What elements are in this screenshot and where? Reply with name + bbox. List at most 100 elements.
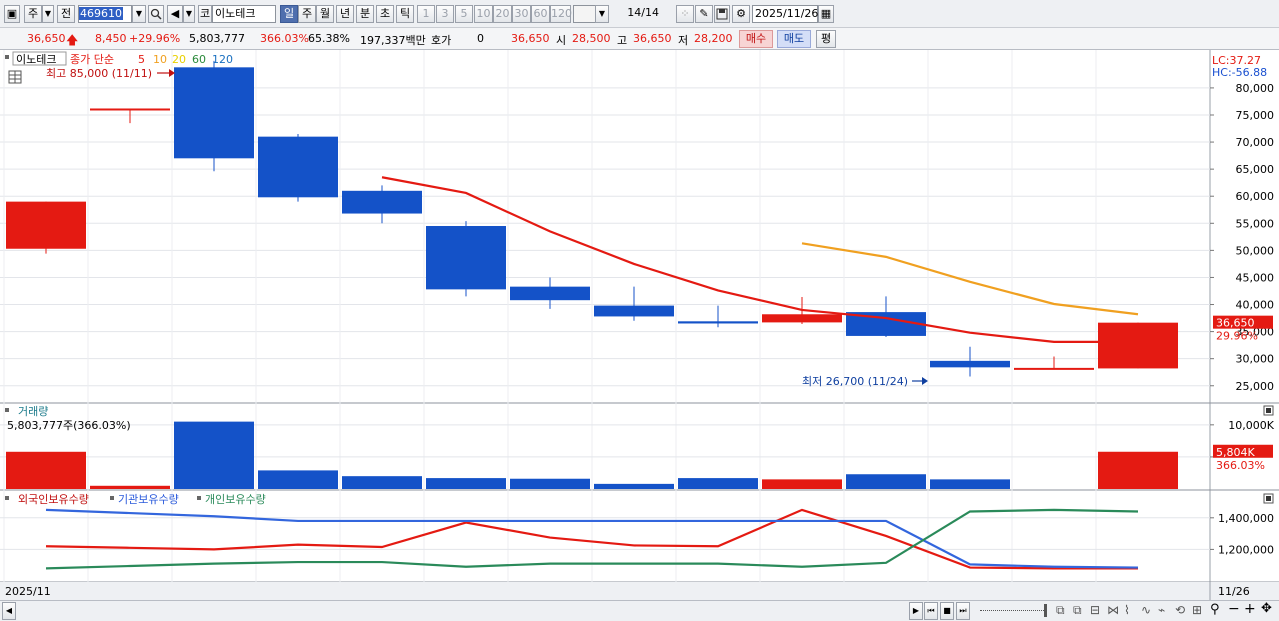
code-input[interactable]: 469610 bbox=[78, 5, 132, 23]
date-value: 2025/11/26 bbox=[755, 7, 819, 20]
move-icon[interactable]: ✥ bbox=[1261, 601, 1272, 616]
go-last-icon[interactable]: ⏭ bbox=[956, 602, 970, 620]
stock-chart[interactable]: 25,00030,00035,00040,00045,00050,00055,0… bbox=[0, 50, 1279, 600]
period-week-button[interactable]: 주 bbox=[298, 5, 316, 23]
buy-button[interactable]: 매수 bbox=[739, 30, 773, 48]
period-label: 분 bbox=[359, 7, 371, 20]
volume-panel-close-icon-inner bbox=[1266, 408, 1271, 413]
interval-button[interactable]: 10 bbox=[474, 5, 493, 23]
interval-button[interactable]: 120 bbox=[550, 5, 572, 23]
interval-label: 30 bbox=[514, 7, 529, 20]
interval-button[interactable]: 20 bbox=[493, 5, 512, 23]
sell-button[interactable]: 매도 bbox=[777, 30, 811, 48]
period-year-button[interactable]: 년 bbox=[336, 5, 354, 23]
gear-icon[interactable]: ⚙ bbox=[732, 5, 750, 23]
period-label: 년 bbox=[339, 7, 351, 20]
interval-label: 5 bbox=[460, 7, 468, 20]
ma-period-10: 10 bbox=[153, 53, 167, 66]
market-select[interactable]: 주 bbox=[24, 5, 42, 23]
interval-button[interactable]: 3 bbox=[436, 5, 454, 23]
volume-bar bbox=[258, 470, 338, 489]
speaker-dropdown-icon[interactable]: ▼ bbox=[183, 5, 195, 23]
period-second-button[interactable]: 초 bbox=[376, 5, 394, 23]
high-label: 고 bbox=[617, 34, 628, 47]
interval-label: 10 bbox=[476, 7, 491, 20]
price-tick-label: 80,000 bbox=[1236, 82, 1275, 95]
chart-tool-icon[interactable]: ⧉ bbox=[1056, 603, 1065, 618]
zoom-icon[interactable]: ⚲ bbox=[1210, 602, 1220, 617]
interval-button[interactable]: 1 bbox=[417, 5, 435, 23]
window-menu-icon[interactable]: ▣ bbox=[4, 5, 20, 23]
prev-button[interactable]: 전 bbox=[57, 5, 75, 23]
ma-period-5: 5 bbox=[138, 53, 145, 66]
volume-bar bbox=[678, 478, 758, 489]
low-label: 저 bbox=[678, 34, 689, 47]
page-value: 14/14 bbox=[627, 6, 659, 19]
zoom-in-icon[interactable]: + bbox=[1244, 601, 1256, 617]
candle-body bbox=[174, 67, 254, 159]
link-icon[interactable]: ⁘ bbox=[676, 5, 694, 23]
scroll-left-icon[interactable]: ◀ bbox=[2, 602, 16, 620]
date-input[interactable]: 2025/11/26 bbox=[752, 5, 818, 23]
high-annotation: 최고 85,000 (11/11) bbox=[46, 67, 152, 80]
price-tick-label: 70,000 bbox=[1236, 136, 1275, 149]
volume-value: 5,803,777 bbox=[189, 32, 245, 45]
zoom-slider-handle[interactable] bbox=[1044, 604, 1047, 617]
candle-body bbox=[510, 286, 590, 301]
period-month-button[interactable]: 월 bbox=[316, 5, 334, 23]
volume-title: 거래량 bbox=[18, 405, 48, 418]
eval-button[interactable]: 평 bbox=[816, 30, 836, 48]
chart-tool-icon[interactable]: ⌁ bbox=[1158, 603, 1165, 617]
volume-bar bbox=[174, 421, 254, 489]
period-label: 주 bbox=[301, 7, 313, 20]
stop-icon[interactable]: ■ bbox=[940, 602, 954, 620]
ma-title: 종가 단순 bbox=[70, 53, 114, 66]
volume-tag-text: 5,804K bbox=[1216, 446, 1255, 459]
open-label: 시 bbox=[556, 34, 567, 47]
chart-tool-icon[interactable]: ⋈ bbox=[1107, 603, 1119, 617]
zoom-slider[interactable] bbox=[980, 610, 1046, 613]
holding-tick-label: 1,400,000 bbox=[1218, 512, 1274, 525]
stock-name-field[interactable]: 이노테크 bbox=[212, 5, 276, 23]
price-tick-label: 25,000 bbox=[1236, 380, 1275, 393]
chart-tool-icon[interactable]: ⊟ bbox=[1090, 603, 1100, 617]
price-tick-label: 40,000 bbox=[1236, 299, 1275, 312]
chart-tool-icon[interactable]: ⟲ bbox=[1175, 603, 1185, 617]
volume-tick-label: 10,000K bbox=[1228, 419, 1274, 432]
custom-interval-dropdown-icon[interactable]: ▼ bbox=[595, 5, 609, 23]
save-icon[interactable] bbox=[714, 5, 730, 23]
chart-tool-icon[interactable]: ⊞ bbox=[1192, 603, 1202, 617]
interval-button[interactable]: 60 bbox=[531, 5, 550, 23]
volume-ratio: 366.03% bbox=[260, 32, 309, 45]
chart-tool-icon[interactable]: ⧉ bbox=[1073, 603, 1082, 618]
candle-body bbox=[426, 226, 506, 290]
go-first-icon[interactable]: ⏮ bbox=[924, 602, 938, 620]
volume-bar bbox=[762, 479, 842, 489]
panel-bullet-icon bbox=[5, 496, 9, 500]
exchange-badge: 코 bbox=[198, 5, 212, 23]
chart-tool-icon[interactable]: ∿ bbox=[1141, 603, 1151, 617]
interval-button[interactable]: 30 bbox=[512, 5, 531, 23]
interval-label: 20 bbox=[495, 7, 510, 20]
buy-label: 매수 bbox=[745, 32, 767, 45]
calendar-icon[interactable]: ▦ bbox=[818, 5, 834, 23]
toolbar: ▣ 주 ▼ 전 469610 ▼ ◀ ▼ 코 이노테크 일 주 월 년 분 초 … bbox=[0, 0, 1279, 28]
chart-tool-icon[interactable]: ⌇ bbox=[1124, 603, 1130, 617]
page-indicator: 14/14 bbox=[612, 5, 662, 23]
market-dropdown-icon[interactable]: ▼ bbox=[42, 5, 54, 23]
period-label: 일 bbox=[283, 7, 295, 20]
period-day-button[interactable]: 일 bbox=[280, 5, 298, 23]
search-icon[interactable] bbox=[148, 5, 164, 23]
code-value: 469610 bbox=[79, 7, 123, 20]
interval-button[interactable]: 5 bbox=[455, 5, 473, 23]
period-tick-button[interactable]: 틱 bbox=[396, 5, 414, 23]
zoom-out-icon[interactable]: − bbox=[1228, 601, 1240, 617]
code-dropdown-icon[interactable]: ▼ bbox=[132, 5, 146, 23]
volume-bar bbox=[930, 479, 1010, 489]
scroll-right-icon[interactable]: ▶ bbox=[909, 602, 923, 620]
price-tick-label: 55,000 bbox=[1236, 217, 1275, 230]
price-change-pct: +29.96% bbox=[129, 32, 181, 45]
period-minute-button[interactable]: 분 bbox=[356, 5, 374, 23]
draw-tool-icon[interactable]: ✎ bbox=[695, 5, 713, 23]
speaker-icon[interactable]: ◀ bbox=[167, 5, 183, 23]
